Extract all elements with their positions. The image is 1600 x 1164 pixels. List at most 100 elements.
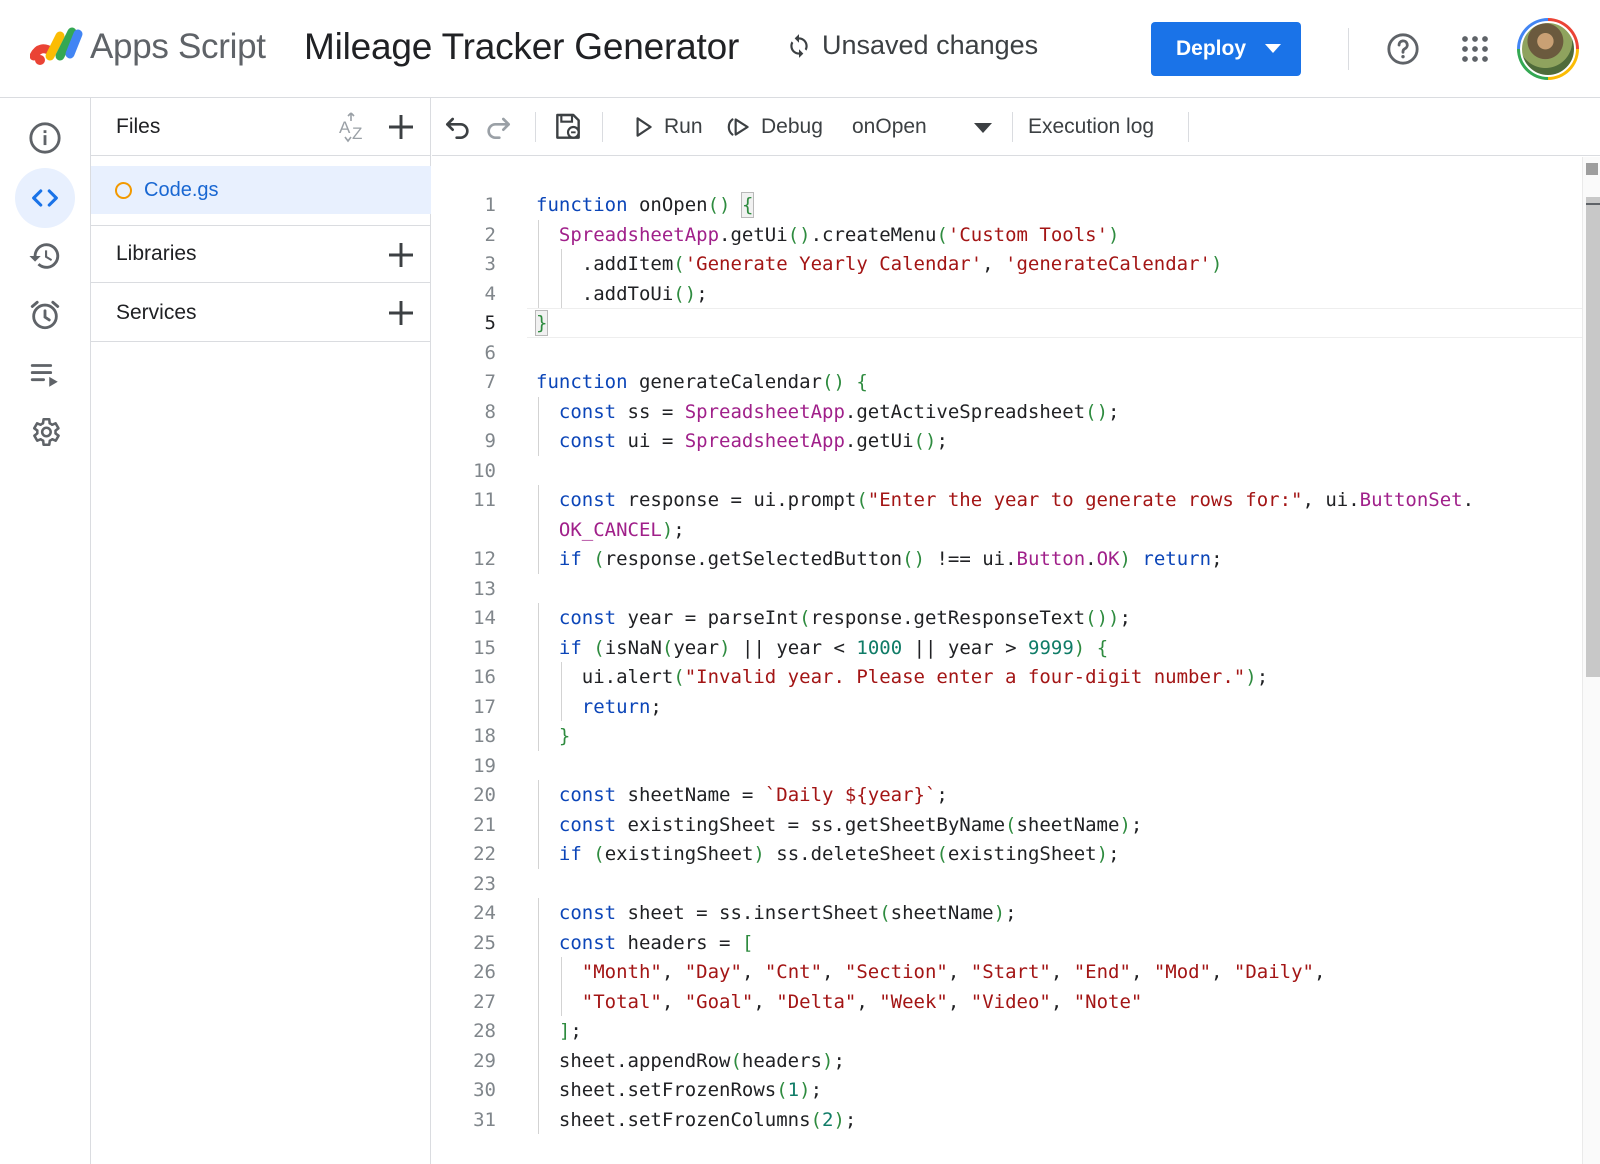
save-icon[interactable] bbox=[552, 111, 584, 143]
indent-guide bbox=[538, 1075, 539, 1105]
code-line[interactable]: 4 .addToUi(); bbox=[432, 279, 1582, 309]
function-select[interactable]: onOpen bbox=[852, 98, 992, 156]
code-line[interactable]: 16 ui.alert("Invalid year. Please enter … bbox=[432, 662, 1582, 692]
sync-icon bbox=[790, 33, 808, 58]
line-number: 30 bbox=[473, 1079, 496, 1101]
line-number: 6 bbox=[484, 341, 496, 364]
add-library-icon[interactable] bbox=[385, 239, 417, 271]
code-line[interactable]: 24 const sheet = ss.insertSheet(sheetNam… bbox=[432, 898, 1582, 928]
code-line[interactable]: 18 } bbox=[432, 721, 1582, 751]
code-line[interactable]: 7 function generateCalendar() { bbox=[432, 367, 1582, 397]
sort-az-icon[interactable]: A Z bbox=[337, 111, 371, 145]
indent-guide bbox=[560, 278, 562, 308]
code-line[interactable]: 31 sheet.setFrozenColumns(2); bbox=[432, 1105, 1582, 1135]
run-button[interactable]: Run bbox=[630, 98, 703, 156]
line-code: const response = ui.prompt("Enter the ye… bbox=[558, 489, 1475, 511]
code-line[interactable]: 9 const ui = SpreadsheetApp.getUi(); bbox=[432, 426, 1582, 456]
editor-scrollbar[interactable] bbox=[1582, 157, 1600, 1164]
file-item-code-gs[interactable]: Code.gs bbox=[91, 166, 431, 214]
code-line[interactable]: 13 bbox=[432, 574, 1582, 604]
deploy-dropdown-icon[interactable] bbox=[1265, 44, 1281, 53]
add-file-icon[interactable] bbox=[385, 111, 417, 143]
executions-icon bbox=[30, 364, 58, 387]
code-line[interactable]: 17 return; bbox=[432, 692, 1582, 722]
code-editor[interactable]: 1 function onOpen() {2 SpreadsheetApp.get… bbox=[432, 157, 1582, 1164]
alarm-icon bbox=[30, 300, 60, 330]
line-number: 27 bbox=[473, 990, 496, 1013]
code-line[interactable]: 3 .addItem('Generate Yearly Calendar', '… bbox=[432, 249, 1582, 279]
indent-guide bbox=[538, 278, 539, 308]
info-icon bbox=[29, 122, 61, 154]
line-number: 24 bbox=[473, 902, 496, 924]
undo-icon[interactable] bbox=[442, 111, 474, 143]
code-line[interactable]: OK_CANCEL); bbox=[432, 515, 1582, 545]
code-line[interactable]: 2 SpreadsheetApp.getUi().createMenu('Cus… bbox=[432, 220, 1582, 250]
app-name[interactable]: Apps Script bbox=[90, 27, 266, 67]
line-number: 3 bbox=[484, 253, 496, 275]
code-line[interactable]: 5} bbox=[432, 308, 1582, 338]
indent-guide bbox=[538, 662, 539, 692]
code-line[interactable]: 29 sheet.appendRow(headers); bbox=[432, 1046, 1582, 1076]
line-number: 19 bbox=[473, 754, 496, 777]
executions-button[interactable] bbox=[15, 344, 75, 404]
execution-log-button[interactable]: Execution log bbox=[1028, 98, 1154, 156]
line-code: } bbox=[536, 312, 548, 334]
code-line[interactable]: 1 function onOpen() { bbox=[432, 190, 1582, 220]
libraries-section: Libraries bbox=[91, 225, 431, 283]
line-code: const existingSheet = ss.getSheetByName(… bbox=[558, 813, 1143, 836]
debug-button[interactable]: Debug bbox=[727, 98, 823, 156]
code-line[interactable]: 23 bbox=[432, 869, 1582, 899]
line-code: } bbox=[558, 725, 571, 747]
project-title[interactable]: Mileage Tracker Generator bbox=[304, 26, 739, 68]
code-line[interactable]: 25 const headers = [ bbox=[432, 928, 1582, 958]
code-line[interactable]: 26 "Month", "Day", "Cnt", "Section", "St… bbox=[432, 957, 1582, 987]
code-line[interactable]: 21 const existingSheet = ss.getSheetByNa… bbox=[432, 810, 1582, 840]
deploy-button[interactable]: Deploy bbox=[1151, 22, 1301, 76]
overview-button[interactable] bbox=[15, 108, 75, 168]
code-line[interactable]: 10 bbox=[432, 456, 1582, 486]
scroll-thumb[interactable] bbox=[1586, 197, 1600, 677]
line-code: const sheetName = `Daily ${year}`; bbox=[558, 784, 948, 806]
line-number: 17 bbox=[473, 695, 496, 718]
redo-icon[interactable] bbox=[482, 111, 514, 143]
indent-guide bbox=[538, 632, 539, 662]
toolbar-divider bbox=[535, 112, 536, 142]
code-line[interactable]: 27 "Total", "Goal", "Delta", "Week", "Vi… bbox=[432, 987, 1582, 1017]
add-service-icon[interactable] bbox=[385, 297, 417, 329]
code-line[interactable]: 28 ]; bbox=[432, 1016, 1582, 1046]
code-line[interactable]: 22 if (existingSheet) ss.deleteSheet(exi… bbox=[432, 839, 1582, 869]
unsaved-dot-icon bbox=[115, 181, 132, 199]
code-line[interactable]: 6 bbox=[432, 338, 1582, 368]
line-code: sheet.setFrozenRows(1); bbox=[536, 1079, 823, 1101]
indent-guide bbox=[538, 957, 539, 987]
indent-guide bbox=[560, 249, 562, 279]
apps-grid-icon[interactable] bbox=[1460, 34, 1490, 64]
help-icon[interactable] bbox=[1386, 32, 1420, 66]
line-code: function generateCalendar() { bbox=[536, 371, 868, 393]
code-line[interactable]: 8 const ss = SpreadsheetApp.getActiveSpr… bbox=[432, 397, 1582, 427]
save-status: Unsaved changes bbox=[786, 30, 1038, 61]
project-settings-button[interactable] bbox=[15, 402, 75, 462]
chevron-down-icon bbox=[974, 123, 992, 133]
avatar[interactable] bbox=[1517, 18, 1579, 80]
code-line[interactable]: 11 const response = ui.prompt("Enter the… bbox=[432, 485, 1582, 515]
code-line[interactable]: 20 const sheetName = `Daily ${year}`; bbox=[432, 780, 1582, 810]
toolbar-divider bbox=[1012, 112, 1013, 142]
indent-guide bbox=[560, 986, 562, 1016]
indent-guide bbox=[538, 986, 539, 1016]
triggers-button[interactable] bbox=[15, 285, 75, 345]
project-history-button[interactable] bbox=[15, 226, 75, 286]
scroll-position-marker bbox=[1586, 203, 1600, 205]
line-number: 12 bbox=[473, 548, 496, 570]
code-line[interactable]: 15 if (isNaN(year) || year < 1000 || yea… bbox=[432, 633, 1582, 663]
code-line[interactable]: 19 bbox=[432, 751, 1582, 781]
indent-guide bbox=[538, 691, 539, 721]
code-line[interactable]: 14 const year = parseInt(response.getRes… bbox=[432, 603, 1582, 633]
apps-script-logo[interactable] bbox=[30, 24, 84, 70]
libraries-title: Libraries bbox=[116, 242, 197, 265]
editor-button[interactable] bbox=[15, 168, 75, 228]
line-number: 26 bbox=[473, 961, 496, 983]
code-line[interactable]: 30 sheet.setFrozenRows(1); bbox=[432, 1075, 1582, 1105]
code-line[interactable]: 12 if (response.getSelectedButton() !== … bbox=[432, 544, 1582, 574]
line-code: return; bbox=[581, 695, 662, 718]
